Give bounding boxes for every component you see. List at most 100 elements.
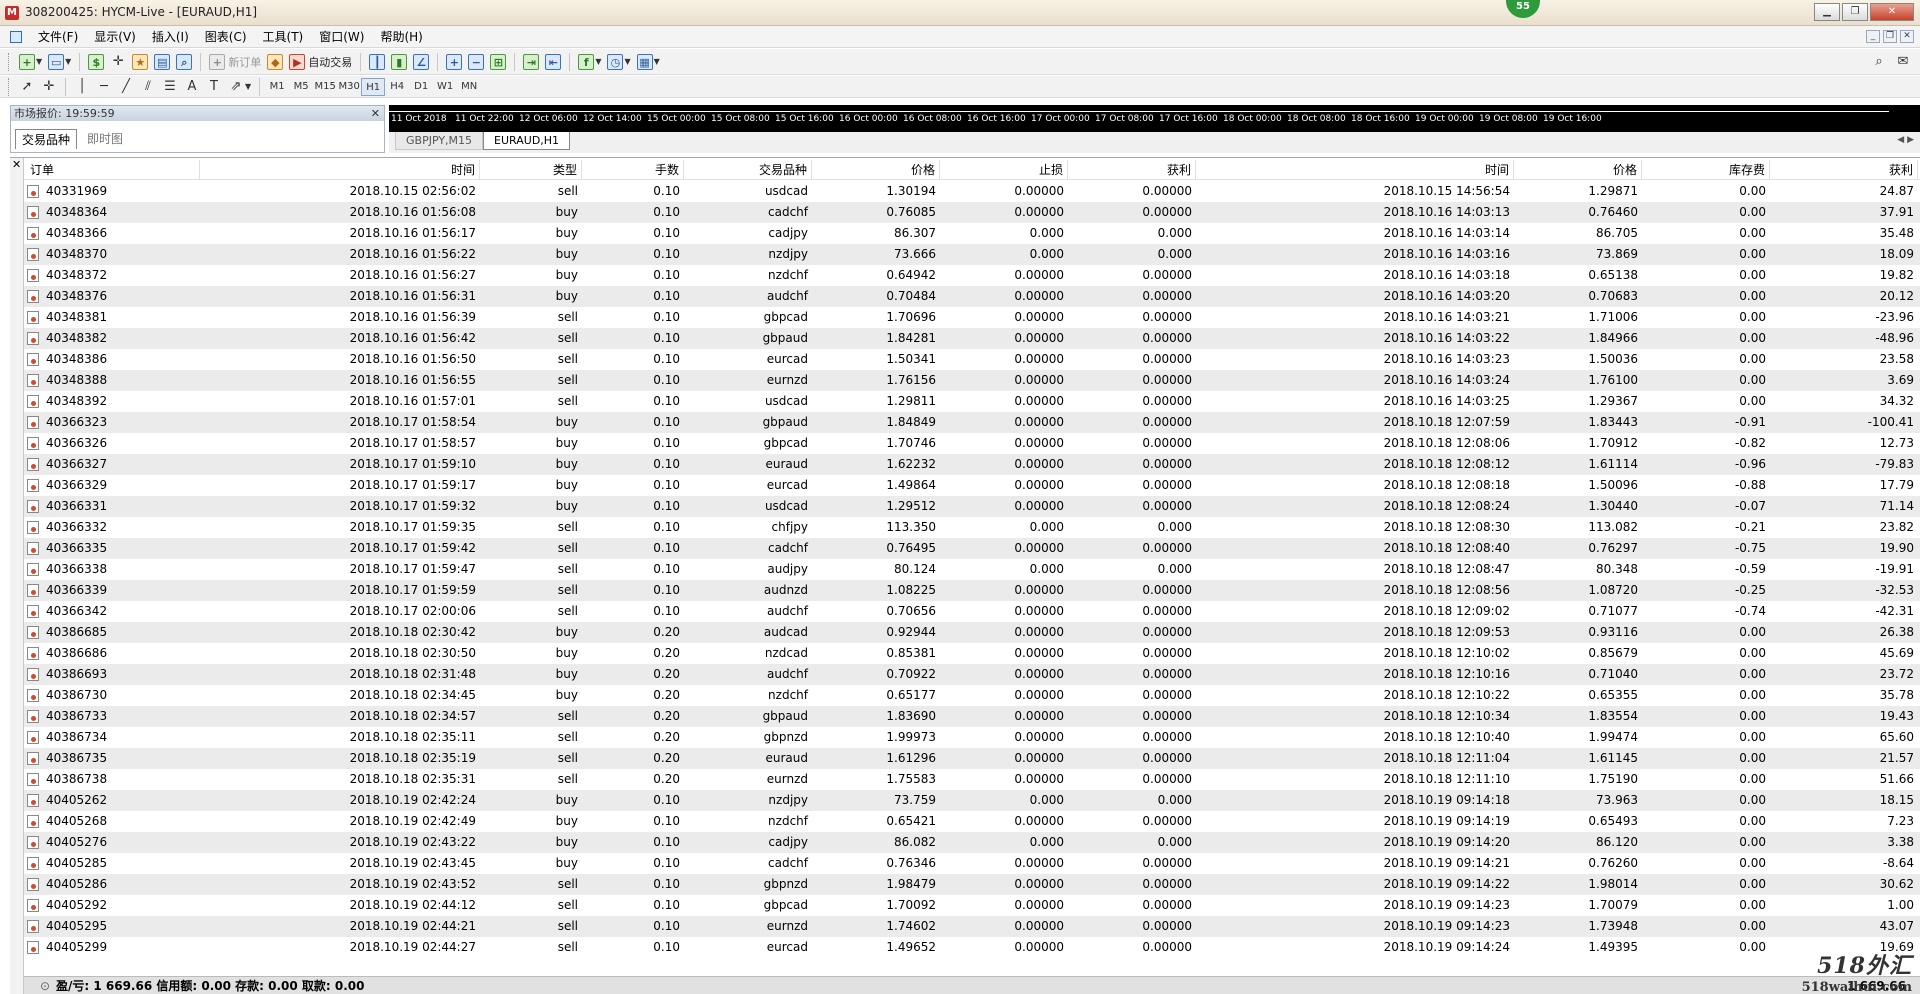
tab-euraud-h1[interactable]: EURAUD,H1 xyxy=(483,132,571,150)
table-row[interactable]: 40366331 2018.10.17 01:59:32 buy 0.10 usdcad… xyxy=(24,496,1920,517)
menu-charts[interactable]: 图表(C) xyxy=(197,27,255,47)
candlestick-button[interactable]: ▮ xyxy=(388,52,410,72)
menu-file[interactable]: 文件(F) xyxy=(30,27,86,47)
toolbar-grip[interactable] xyxy=(8,52,12,71)
autoscroll-button[interactable]: ⇤ xyxy=(542,52,564,72)
table-row[interactable]: 40348386 2018.10.16 01:56:50 sell 0.10 eurca… xyxy=(24,349,1920,370)
auto-trading-button[interactable]: ▶ 自动交易 xyxy=(286,52,355,72)
horizontal-line-tool[interactable]: ─ xyxy=(93,77,115,97)
timeframe-m5[interactable]: M5 xyxy=(289,78,313,96)
trendline-tool[interactable]: ╱ xyxy=(115,77,137,97)
table-row[interactable]: 40405268 2018.10.19 02:42:49 buy 0.10 nzdchf… xyxy=(24,811,1920,832)
column-header-close-price[interactable]: 价格 xyxy=(1514,160,1642,180)
menu-tools[interactable]: 工具(T) xyxy=(255,27,312,47)
templates-button[interactable]: ▦ ▼ xyxy=(634,52,663,72)
chart-shift-button[interactable]: ⇥ xyxy=(520,52,542,72)
profiles-button[interactable]: ▭ ▼ xyxy=(45,52,74,72)
table-row[interactable]: 40366339 2018.10.17 01:59:59 sell 0.10 audnz… xyxy=(24,580,1920,601)
table-row[interactable]: 40348366 2018.10.16 01:56:17 buy 0.10 cadjpy… xyxy=(24,223,1920,244)
table-row[interactable]: 40348364 2018.10.16 01:56:08 buy 0.10 cadchf… xyxy=(24,202,1920,223)
timeframe-h1[interactable]: H1 xyxy=(361,77,386,96)
close-icon[interactable]: ✕ xyxy=(371,106,380,121)
strategy-tester-button[interactable]: ⌕ xyxy=(173,52,195,72)
document-icon[interactable] xyxy=(10,30,22,43)
column-header-profit[interactable]: 获利 xyxy=(1770,160,1918,180)
table-row[interactable]: 40348376 2018.10.16 01:56:31 buy 0.10 audchf… xyxy=(24,286,1920,307)
column-header-close-time[interactable]: 时间 xyxy=(1196,160,1514,180)
column-header-type[interactable]: 类型 xyxy=(480,160,582,180)
table-row[interactable]: 40405292 2018.10.19 02:44:12 sell 0.10 gbpca… xyxy=(24,895,1920,916)
timeframe-w1[interactable]: W1 xyxy=(433,78,457,96)
tab-symbols[interactable]: 交易品种 xyxy=(15,129,78,149)
tile-windows-button[interactable]: ⊞ xyxy=(487,52,509,72)
table-row[interactable]: 40366332 2018.10.17 01:59:35 sell 0.10 chfjp… xyxy=(24,517,1920,538)
indicators-button[interactable]: f ▼ xyxy=(575,52,604,72)
crosshair-tool[interactable]: ✛ xyxy=(38,77,60,97)
text-tool[interactable]: A xyxy=(181,77,203,97)
column-header-stop-loss[interactable]: 止损 xyxy=(940,160,1068,180)
table-row[interactable]: 40366326 2018.10.17 01:58:57 buy 0.10 gbpcad… xyxy=(24,433,1920,454)
table-row[interactable]: 40348372 2018.10.16 01:56:27 buy 0.10 nzdchf… xyxy=(24,265,1920,286)
table-row[interactable]: 40405295 2018.10.19 02:44:21 sell 0.10 eurnz… xyxy=(24,916,1920,937)
data-window-button[interactable]: ✛ xyxy=(107,52,129,72)
table-row[interactable]: 40366327 2018.10.17 01:59:10 buy 0.10 euraud… xyxy=(24,454,1920,475)
table-row[interactable]: 40405286 2018.10.19 02:43:52 sell 0.10 gbpnz… xyxy=(24,874,1920,895)
table-row[interactable]: 40366323 2018.10.17 01:58:54 buy 0.10 gbpaud… xyxy=(24,412,1920,433)
bar-chart-button[interactable]: ┃ xyxy=(366,52,388,72)
column-header-open-price[interactable]: 价格 xyxy=(812,160,940,180)
menu-view[interactable]: 显示(V) xyxy=(86,27,144,47)
maximize-button[interactable]: ❐ xyxy=(1842,3,1868,21)
chat-button[interactable]: ✉ xyxy=(1892,52,1914,72)
mdi-minimize-button[interactable]: _ xyxy=(1866,30,1880,43)
close-icon[interactable]: ✕ xyxy=(12,158,21,171)
terminal-button[interactable]: ▤ xyxy=(151,52,173,72)
arrows-tool[interactable]: ⇗ ▼ xyxy=(225,77,254,97)
table-row[interactable]: 40331969 2018.10.15 02:56:02 sell 0.10 usdca… xyxy=(24,181,1920,202)
timeframe-m15[interactable]: M15 xyxy=(313,78,337,96)
timeframe-h4[interactable]: H4 xyxy=(385,78,409,96)
table-row[interactable]: 40348388 2018.10.16 01:56:55 sell 0.10 eurnz… xyxy=(24,370,1920,391)
tab-tick-chart[interactable]: 即时图 xyxy=(81,129,130,149)
navigator-button[interactable]: ★ xyxy=(129,52,151,72)
minimize-button[interactable]: ▁ xyxy=(1814,3,1840,21)
mdi-close-button[interactable]: ✕ xyxy=(1900,30,1914,43)
line-chart-button[interactable]: ∠ xyxy=(410,52,432,72)
table-row[interactable]: 40386735 2018.10.18 02:35:19 sell 0.20 eurau… xyxy=(24,748,1920,769)
mdi-restore-button[interactable]: ❐ xyxy=(1883,30,1897,43)
table-row[interactable]: 40405276 2018.10.19 02:43:22 buy 0.10 cadjpy… xyxy=(24,832,1920,853)
table-row[interactable]: 40386685 2018.10.18 02:30:42 buy 0.20 audcad… xyxy=(24,622,1920,643)
search-button[interactable]: ⌕ xyxy=(1868,52,1890,72)
table-row[interactable]: 40366329 2018.10.17 01:59:17 buy 0.10 eurcad… xyxy=(24,475,1920,496)
timeframe-m1[interactable]: M1 xyxy=(265,78,289,96)
table-row[interactable]: 40386738 2018.10.18 02:35:31 sell 0.20 eurnz… xyxy=(24,769,1920,790)
table-row[interactable]: 40366338 2018.10.17 01:59:47 sell 0.10 audjp… xyxy=(24,559,1920,580)
vertical-line-tool[interactable]: │ xyxy=(71,77,93,97)
chart-window[interactable]: 11 Oct 2018 11 Oct 22:00 12 Oct 06:00 12 Oc… xyxy=(389,105,1920,153)
tab-gbpjpy-m15[interactable]: GBPJPY,M15 xyxy=(395,132,484,150)
table-row[interactable]: 40405299 2018.10.19 02:44:27 sell 0.10 eurca… xyxy=(24,937,1920,958)
timeframe-m30[interactable]: M30 xyxy=(337,78,361,96)
zoom-out-button[interactable]: − xyxy=(465,52,487,72)
table-row[interactable]: 40348392 2018.10.16 01:57:01 sell 0.10 usdca… xyxy=(24,391,1920,412)
zoom-in-button[interactable]: + xyxy=(443,52,465,72)
menu-window[interactable]: 窗口(W) xyxy=(311,27,372,47)
table-row[interactable]: 40348381 2018.10.16 01:56:39 sell 0.10 gbpca… xyxy=(24,307,1920,328)
column-header-open-time[interactable]: 时间 xyxy=(200,160,480,180)
cursor-tool[interactable]: ➚ xyxy=(16,77,38,97)
new-order-button[interactable]: + 新订单 xyxy=(206,52,264,72)
market-watch-button[interactable]: $ xyxy=(85,52,107,72)
label-tool[interactable]: T xyxy=(203,77,225,97)
column-header-lots[interactable]: 手数 xyxy=(582,160,684,180)
menu-insert[interactable]: 插入(I) xyxy=(144,27,197,47)
column-header-take-profit[interactable]: 获利 xyxy=(1068,160,1196,180)
table-row[interactable]: 40386730 2018.10.18 02:34:45 buy 0.20 nzdchf… xyxy=(24,685,1920,706)
table-row[interactable]: 40405262 2018.10.19 02:42:24 buy 0.10 nzdjpy… xyxy=(24,790,1920,811)
fibonacci-tool[interactable]: ☰ xyxy=(159,77,181,97)
table-row[interactable]: 40386733 2018.10.18 02:34:57 sell 0.20 gbpau… xyxy=(24,706,1920,727)
channel-tool[interactable]: ⫽ xyxy=(137,77,159,97)
table-row[interactable]: 40386693 2018.10.18 02:31:48 buy 0.20 audchf… xyxy=(24,664,1920,685)
close-button[interactable]: ✕ xyxy=(1870,3,1914,21)
column-header-symbol[interactable]: 交易品种 xyxy=(684,160,812,180)
column-header-order[interactable]: 订单 xyxy=(24,160,200,180)
tab-scroll-arrows[interactable]: ◀ ▶ xyxy=(1897,135,1914,145)
